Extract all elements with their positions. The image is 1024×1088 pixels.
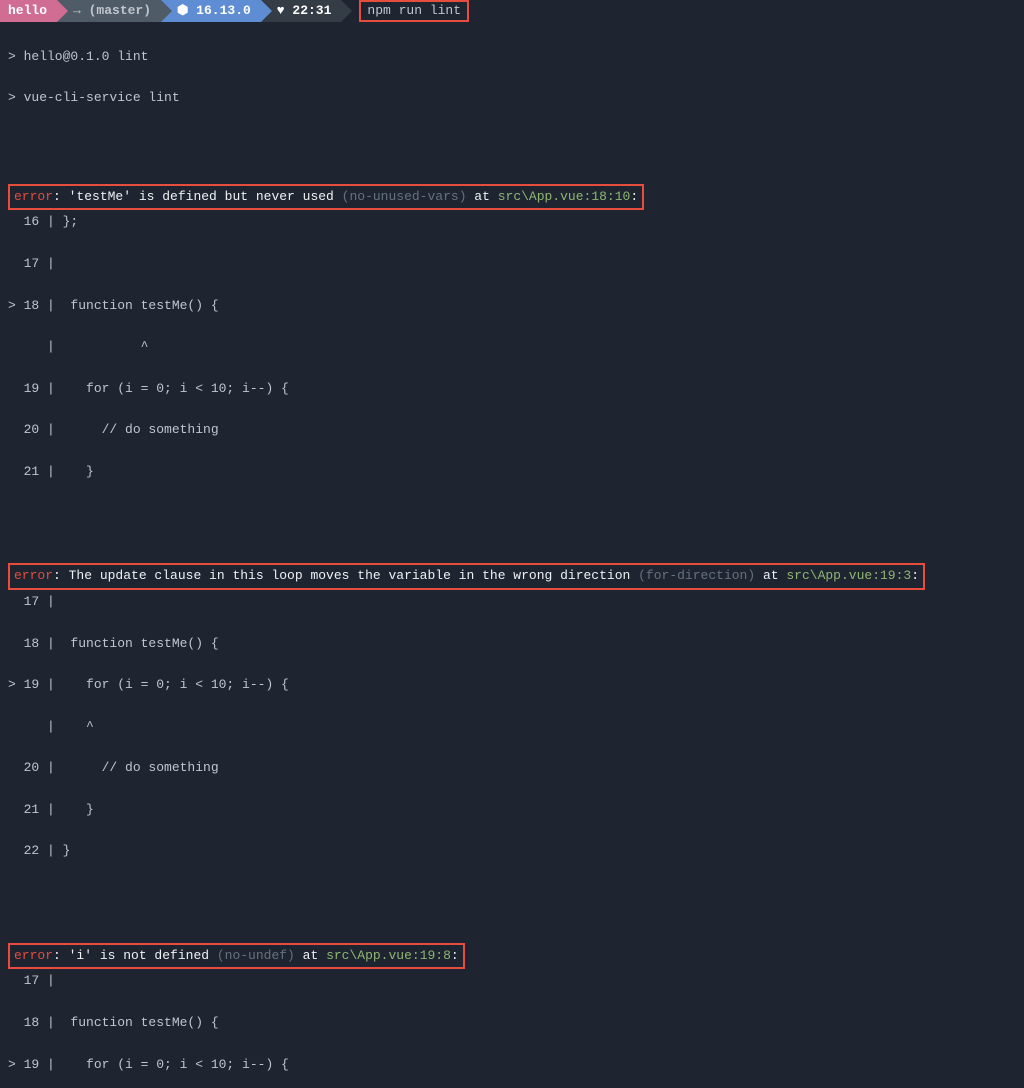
code-line: 20 | // do something: [8, 758, 1016, 779]
prompt-segment-branch: → (master): [57, 0, 161, 22]
code-line: 17 |: [8, 971, 1016, 992]
code-line: 18 | function testMe() {: [8, 1013, 1016, 1034]
code-line: 17 |: [8, 592, 1016, 613]
code-line: 17 |: [8, 254, 1016, 275]
prompt-segment-time: ♥ 22:31: [261, 0, 342, 22]
code-line: > 19 | for (i = 0; i < 10; i--) {: [8, 675, 1016, 696]
code-caret: | ^: [8, 337, 1016, 358]
code-caret: | ^: [8, 717, 1016, 738]
error-highlight-box: error: 'i' is not defined (no-undef) at …: [8, 943, 465, 970]
error-colon: :: [451, 948, 459, 963]
code-line: > 19 | for (i = 0; i < 10; i--) {: [8, 1055, 1016, 1076]
code-line: 22 | }: [8, 841, 1016, 862]
code-line: 19 | for (i = 0; i < 10; i--) {: [8, 379, 1016, 400]
error-at: at: [295, 948, 326, 963]
error-rule: (no-undef): [217, 948, 295, 963]
terminal-output[interactable]: > hello@0.1.0 lint > vue-cli-service lin…: [0, 22, 1024, 1088]
error-label: error: [14, 948, 53, 963]
command-text[interactable]: npm run lint: [367, 1, 461, 22]
error-at: at: [467, 189, 498, 204]
code-line: 20 | // do something: [8, 420, 1016, 441]
error-rule: (for-direction): [638, 568, 755, 583]
error-label: error: [14, 189, 53, 204]
error-label: error: [14, 568, 53, 583]
error-location: src\App.vue:19:8: [326, 948, 451, 963]
code-line: 21 | }: [8, 462, 1016, 483]
code-line: > 18 | function testMe() {: [8, 296, 1016, 317]
error-location: src\App.vue:19:3: [786, 568, 911, 583]
prompt-segment-node: ⬢ 16.13.0: [161, 0, 261, 22]
prompt-segment-dir: hello: [0, 0, 57, 22]
error-message: : 'testMe' is defined but never used: [53, 189, 342, 204]
code-line: 21 | }: [8, 800, 1016, 821]
error-message: : 'i' is not defined: [53, 948, 217, 963]
code-line: 18 | function testMe() {: [8, 634, 1016, 655]
error-colon: :: [630, 189, 638, 204]
output-line: > hello@0.1.0 lint: [8, 47, 1016, 68]
prompt-bar: hello → (master) ⬢ 16.13.0 ♥ 22:31 npm r…: [0, 0, 1024, 22]
output-line: > vue-cli-service lint: [8, 88, 1016, 109]
error-location: src\App.vue:18:10: [498, 189, 631, 204]
error-highlight-box: error: 'testMe' is defined but never use…: [8, 184, 644, 211]
error-rule: (no-unused-vars): [342, 189, 467, 204]
error-highlight-box: error: The update clause in this loop mo…: [8, 563, 925, 590]
code-line: 16 | };: [8, 212, 1016, 233]
error-message: : The update clause in this loop moves t…: [53, 568, 638, 583]
error-colon: :: [911, 568, 919, 583]
command-highlight-box: npm run lint: [359, 0, 469, 22]
error-at: at: [755, 568, 786, 583]
